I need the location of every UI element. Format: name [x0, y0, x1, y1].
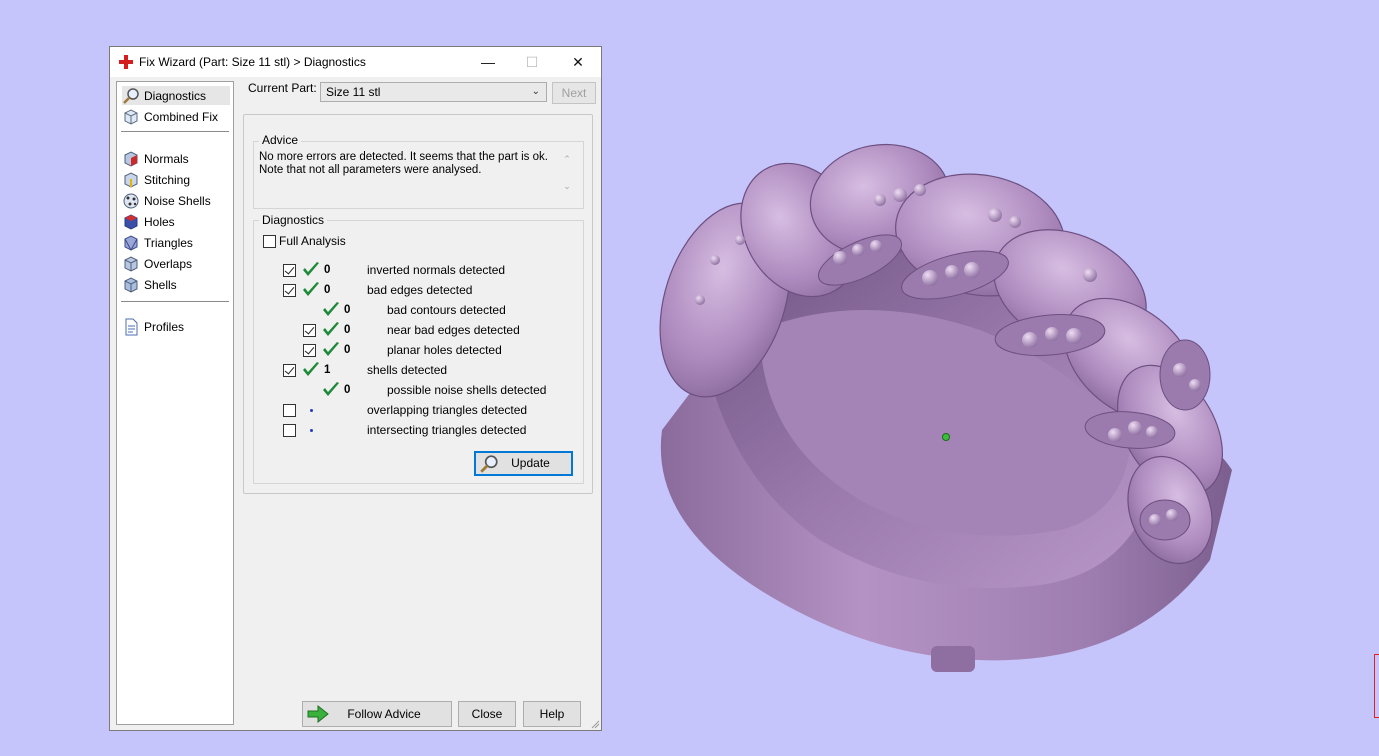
green-check-icon — [323, 302, 339, 316]
diagnostic-label: near bad edges detected — [387, 323, 520, 337]
pending-status-dot — [310, 429, 313, 432]
nav-item-profiles[interactable]: Profiles — [122, 317, 230, 336]
green-check-icon — [303, 362, 319, 376]
nav-item-stitching[interactable]: Stitching — [122, 170, 230, 189]
nav-label: Noise Shells — [144, 193, 211, 208]
current-part-value: Size 11 stl — [326, 85, 381, 99]
nav-item-shells[interactable]: Shells — [122, 275, 230, 294]
diagnostic-label: intersecting triangles detected — [367, 423, 527, 437]
chevron-down-icon: ⌄ — [531, 86, 540, 97]
diagnostic-checkbox[interactable] — [283, 364, 296, 377]
diagnostic-label: shells detected — [367, 363, 448, 377]
update-button[interactable]: Update — [474, 451, 573, 476]
current-part-label: Current Part: — [248, 81, 317, 95]
nav-label: Overlaps — [144, 256, 193, 271]
nav-item-holes[interactable]: Holes — [122, 212, 230, 231]
green-check-icon — [303, 282, 319, 296]
nav-label: Combined Fix — [144, 109, 219, 124]
scroll-up-icon[interactable]: ⌃ — [560, 154, 574, 165]
diagnostic-checkbox[interactable] — [283, 424, 296, 437]
triangles-cube-icon — [124, 234, 138, 251]
diagnostic-label: bad edges detected — [367, 283, 473, 297]
nav-label: Stitching — [144, 172, 191, 187]
diagnostic-checkbox[interactable] — [283, 264, 296, 277]
red-cross-app-icon — [119, 55, 133, 69]
help-button[interactable]: Help — [523, 701, 581, 727]
resize-grip-icon[interactable] — [590, 719, 600, 729]
diagnostic-count: 0 — [344, 344, 351, 356]
follow-advice-label: Follow Advice — [347, 707, 421, 721]
viewport-edge-marker — [1374, 654, 1379, 718]
advice-line: Note that not all parameters were analys… — [259, 164, 482, 176]
magnifier-icon — [480, 455, 498, 473]
diagnostic-count: 1 — [324, 364, 331, 376]
advice-title: Advice — [259, 133, 302, 147]
diagnostic-label: possible noise shells detected — [387, 383, 547, 397]
nav-item-overlaps[interactable]: Overlaps — [122, 254, 230, 273]
wizard-nav: Diagnostics Combined Fix Normals Stitchi… — [116, 81, 234, 725]
nav-label: Holes — [144, 214, 175, 229]
normals-cube-icon — [124, 150, 138, 167]
diagnostic-label: overlapping triangles detected — [367, 403, 528, 417]
nav-separator — [121, 131, 229, 132]
green-arrow-icon — [307, 705, 329, 723]
cube-icon — [124, 108, 138, 125]
diagnostic-label: bad contours detected — [387, 303, 506, 317]
pending-status-dot — [310, 409, 313, 412]
nav-item-triangles[interactable]: Triangles — [122, 233, 230, 252]
diagnostic-checkbox[interactable] — [303, 344, 316, 357]
nav-item-noise-shells[interactable]: Noise Shells — [122, 191, 230, 210]
window-title: Fix Wizard (Part: Size 11 stl) > Diagnos… — [139, 55, 366, 69]
diagnostic-checkbox[interactable] — [283, 404, 296, 417]
magnifier-icon — [123, 87, 139, 104]
update-label: Update — [511, 456, 550, 470]
diagnostic-count: 0 — [324, 284, 331, 296]
nav-separator — [121, 301, 229, 302]
overlaps-cube-icon — [124, 255, 138, 272]
full-analysis-checkbox[interactable] — [263, 235, 276, 248]
holes-cube-icon — [124, 213, 138, 230]
close-button[interactable]: Close — [458, 701, 516, 727]
diagnostic-checkbox[interactable] — [283, 284, 296, 297]
nav-label: Normals — [144, 151, 189, 166]
diagnostic-count: 0 — [324, 264, 331, 276]
follow-advice-button[interactable]: Follow Advice — [302, 701, 452, 727]
nav-item-combined-fix[interactable]: Combined Fix — [122, 107, 230, 126]
full-analysis-label: Full Analysis — [279, 234, 346, 248]
document-icon — [125, 318, 138, 335]
fix-wizard-dialog: Fix Wizard (Part: Size 11 stl) > Diagnos… — [109, 46, 602, 731]
green-check-icon — [303, 262, 319, 276]
diagnostic-count: 0 — [344, 324, 351, 336]
nav-label: Profiles — [144, 319, 185, 334]
next-button[interactable]: Next — [552, 82, 596, 104]
diagnostic-count: 0 — [344, 304, 351, 316]
rotation-center-marker — [942, 433, 950, 441]
diagnostic-checkbox[interactable] — [303, 324, 316, 337]
close-window-button[interactable]: ✕ — [555, 47, 601, 77]
shells-cube-icon — [124, 276, 138, 293]
nav-label: Shells — [144, 277, 177, 292]
nav-label: Triangles — [144, 235, 193, 250]
title-bar[interactable]: Fix Wizard (Part: Size 11 stl) > Diagnos… — [110, 47, 601, 77]
green-check-icon — [323, 322, 339, 336]
noise-shells-icon — [123, 193, 139, 208]
nav-item-normals[interactable]: Normals — [122, 149, 230, 168]
advice-line: No more errors are detected. It seems th… — [259, 151, 548, 163]
green-check-icon — [323, 382, 339, 396]
nav-label: Diagnostics — [144, 88, 207, 103]
stitching-cube-icon — [124, 171, 138, 188]
diagnostic-count: 0 — [344, 384, 351, 396]
minimize-button[interactable]: — — [465, 47, 511, 77]
nav-item-diagnostics[interactable]: Diagnostics — [122, 86, 230, 105]
advice-scrollbar[interactable]: ⌃ ⌄ — [560, 154, 574, 200]
diagnostic-label: planar holes detected — [387, 343, 502, 357]
advice-text: No more errors are detected. It seems th… — [259, 151, 577, 203]
scroll-down-icon[interactable]: ⌄ — [560, 181, 574, 192]
current-part-select[interactable]: Size 11 stl ⌄ — [320, 82, 547, 102]
diagnostic-label: inverted normals detected — [367, 263, 506, 277]
maximize-button[interactable]: ☐ — [509, 47, 555, 77]
green-check-icon — [323, 342, 339, 356]
diagnostics-title: Diagnostics — [259, 213, 328, 227]
